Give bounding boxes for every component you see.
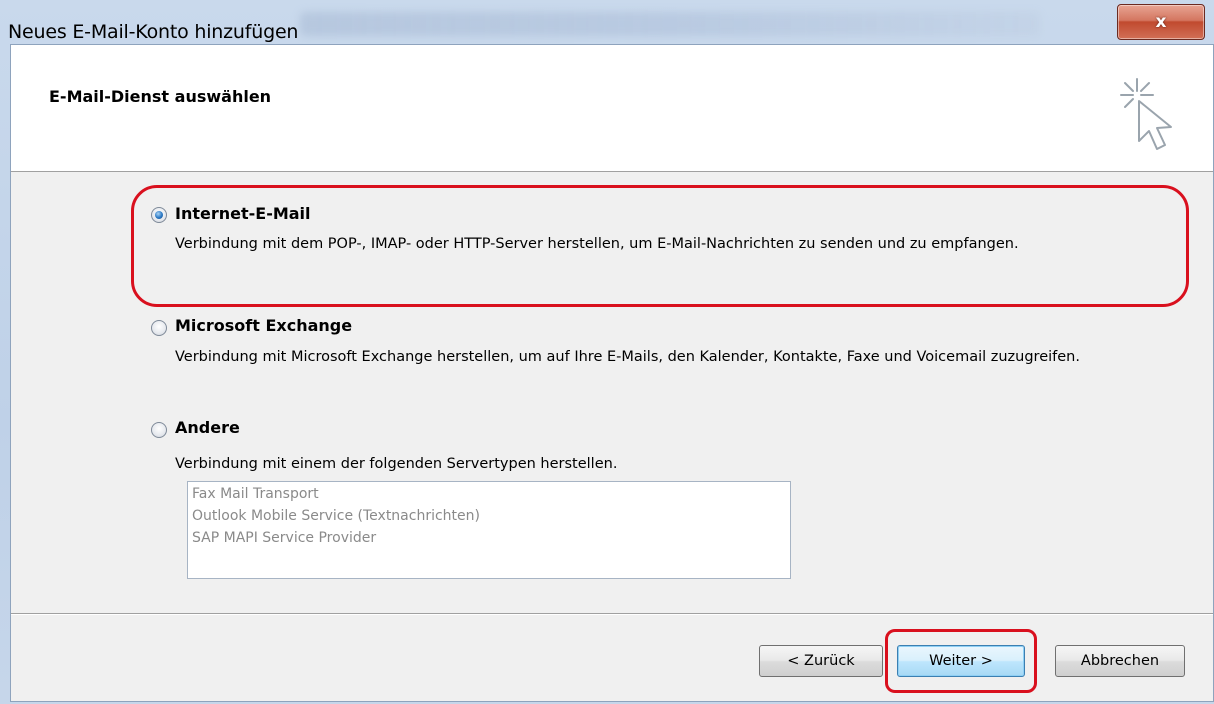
option-label-internet-email[interactable]: Internet-E-Mail xyxy=(175,204,311,223)
title-bar: Neues E-Mail-Konto hinzufügen x xyxy=(0,0,1214,44)
server-type-list[interactable]: Fax Mail Transport Outlook Mobile Servic… xyxy=(187,481,791,579)
cancel-button[interactable]: Abbrechen xyxy=(1055,645,1185,677)
close-icon: x xyxy=(1155,12,1167,32)
page-title: E-Mail-Dienst auswählen xyxy=(49,87,272,106)
dialog-client-area: E-Mail-Dienst auswählen Internet-E-Mail … xyxy=(10,44,1214,702)
radio-internet-email[interactable] xyxy=(151,207,167,223)
option-description-other: Verbindung mit einem der folgenden Serve… xyxy=(175,456,618,472)
option-label-microsoft-exchange[interactable]: Microsoft Exchange xyxy=(175,316,352,335)
close-button[interactable]: x xyxy=(1117,4,1205,40)
footer-divider xyxy=(11,613,1213,615)
background-window-blur xyxy=(300,12,1040,36)
option-description-microsoft-exchange: Verbindung mit Microsoft Exchange herste… xyxy=(175,349,1080,365)
list-item[interactable]: SAP MAPI Service Provider xyxy=(192,527,786,549)
window-title: Neues E-Mail-Konto hinzufügen xyxy=(8,21,299,43)
radio-other[interactable] xyxy=(151,422,167,438)
wizard-header: E-Mail-Dienst auswählen xyxy=(11,45,1213,172)
option-description-internet-email: Verbindung mit dem POP-, IMAP- oder HTTP… xyxy=(175,236,1019,252)
list-item[interactable]: Outlook Mobile Service (Textnachrichten) xyxy=(192,505,786,527)
back-button[interactable]: < Zurück xyxy=(759,645,883,677)
radio-microsoft-exchange[interactable] xyxy=(151,320,167,336)
dialog-window: Neues E-Mail-Konto hinzufügen x E-Mail-D… xyxy=(0,0,1214,704)
option-label-other[interactable]: Andere xyxy=(175,418,240,437)
next-button[interactable]: Weiter > xyxy=(897,645,1025,677)
wizard-cursor-icon xyxy=(1120,78,1172,150)
list-item[interactable]: Fax Mail Transport xyxy=(192,483,786,505)
